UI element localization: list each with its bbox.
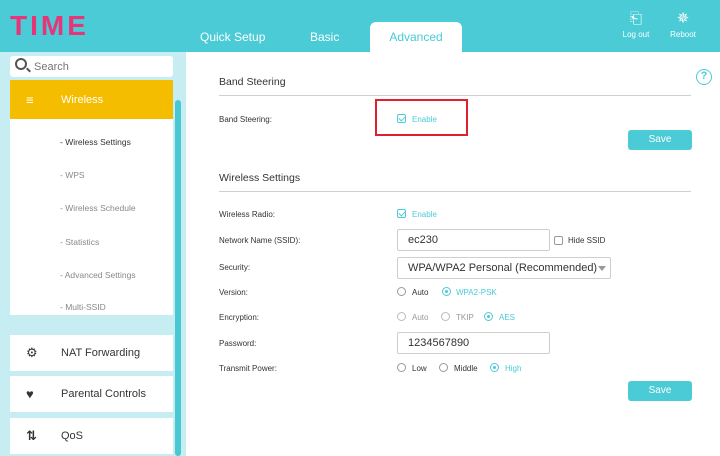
- wireless-save-button[interactable]: Save: [628, 381, 692, 401]
- section-divider: [219, 95, 691, 96]
- main-content: ? Band Steering Band Steering: Enable Sa…: [186, 52, 720, 456]
- security-label: Security:: [219, 263, 251, 272]
- sidebar: ≡ Wireless - Wireless Settings - WPS - W…: [0, 52, 186, 456]
- submenu-wireless-schedule[interactable]: - Wireless Schedule: [60, 203, 136, 213]
- tab-quick-setup[interactable]: Quick Setup: [200, 22, 270, 52]
- logout-icon: ⎗: [629, 10, 642, 27]
- reboot-button[interactable]: ✵ Reboot: [658, 10, 708, 39]
- time-logo[interactable]: TIME: [10, 10, 140, 40]
- chevron-down-icon: [598, 266, 606, 271]
- hide-ssid-label: Hide SSID: [568, 236, 606, 245]
- heart-icon: ♥: [26, 386, 34, 402]
- wifi-icon: ≡: [26, 92, 34, 107]
- version-wpa2-label: WPA2-PSK: [456, 288, 497, 297]
- tab-basic[interactable]: Basic: [310, 22, 350, 52]
- svg-text:TIME: TIME: [10, 10, 89, 40]
- power-high-radio[interactable]: [490, 363, 499, 372]
- sidebar-scrollbar[interactable]: [175, 100, 181, 456]
- encryption-tkip-radio[interactable]: [441, 312, 450, 321]
- wireless-radio-enable-label: Enable: [412, 210, 437, 219]
- encryption-auto-radio[interactable]: [397, 312, 406, 321]
- version-auto-radio[interactable]: [397, 287, 406, 296]
- search-box: [10, 56, 173, 77]
- password-label: Password:: [219, 339, 257, 348]
- ssid-label: Network Name (SSID):: [219, 236, 301, 245]
- sidebar-item-label: NAT Forwarding: [61, 347, 141, 359]
- submenu-wps[interactable]: - WPS: [60, 170, 85, 180]
- sidebar-item-qos[interactable]: ⇅ QoS: [10, 418, 173, 454]
- encryption-aes-radio[interactable]: [484, 312, 493, 321]
- encryption-label: Encryption:: [219, 313, 260, 322]
- power-middle-radio[interactable]: [439, 363, 448, 372]
- help-icon[interactable]: ?: [696, 69, 712, 85]
- password-input[interactable]: 1234567890: [397, 332, 550, 354]
- wireless-radio-label: Wireless Radio:: [219, 210, 276, 219]
- version-wpa2-radio[interactable]: [442, 287, 451, 296]
- wireless-radio-checkbox[interactable]: [397, 209, 406, 218]
- submenu-statistics[interactable]: - Statistics: [60, 237, 99, 247]
- tab-advanced[interactable]: Advanced: [370, 22, 462, 52]
- reboot-icon: ✵: [676, 10, 690, 27]
- hide-ssid-checkbox[interactable]: [554, 236, 563, 245]
- sidebar-item-wireless[interactable]: ≡ Wireless: [10, 80, 173, 119]
- sidebar-item-label: Wireless: [61, 93, 104, 106]
- search-input[interactable]: [34, 58, 168, 75]
- top-bar: TIME Quick Setup Basic Advanced ⎗ Log ou…: [0, 0, 720, 52]
- section-divider: [219, 191, 691, 192]
- search-icon: [15, 58, 27, 70]
- wireless-settings-title: Wireless Settings: [219, 172, 301, 184]
- version-auto-label: Auto: [412, 288, 429, 297]
- security-select[interactable]: WPA/WPA2 Personal (Recommended): [397, 257, 611, 279]
- wireless-submenu: - Wireless Settings - WPS - Wireless Sch…: [10, 119, 173, 315]
- transmit-power-label: Transmit Power:: [219, 364, 277, 373]
- logout-label: Log out: [622, 30, 650, 39]
- nat-icon: ⚙: [26, 345, 38, 360]
- security-value: WPA/WPA2 Personal (Recommended): [408, 262, 598, 274]
- submenu-advanced-settings[interactable]: - Advanced Settings: [60, 270, 136, 280]
- encryption-aes-label: AES: [499, 313, 516, 322]
- submenu-multi-ssid[interactable]: - Multi-SSID: [60, 302, 106, 312]
- sidebar-item-label: QoS: [61, 430, 84, 442]
- band-steering-label: Band Steering:: [219, 115, 272, 124]
- ssid-input[interactable]: ec230: [397, 229, 550, 251]
- band-steering-title: Band Steering: [219, 76, 286, 88]
- encryption-auto-label: Auto: [412, 313, 429, 322]
- sidebar-item-nat-forwarding[interactable]: ⚙ NAT Forwarding: [10, 335, 173, 371]
- band-steering-save-button[interactable]: Save: [628, 130, 692, 150]
- sidebar-item-label: Parental Controls: [61, 388, 146, 400]
- qos-icon: ⇅: [26, 428, 37, 443]
- logout-button[interactable]: ⎗ Log out: [611, 10, 661, 39]
- submenu-wireless-settings[interactable]: - Wireless Settings: [60, 137, 131, 147]
- encryption-tkip-label: TKIP: [456, 313, 474, 322]
- power-low-label: Low: [412, 364, 427, 373]
- version-label: Version:: [219, 288, 248, 297]
- sidebar-item-parental-controls[interactable]: ♥ Parental Controls: [10, 376, 173, 412]
- power-high-label: High: [505, 364, 522, 373]
- highlight-box: [375, 99, 468, 136]
- reboot-label: Reboot: [670, 30, 696, 39]
- power-middle-label: Middle: [454, 364, 478, 373]
- power-low-radio[interactable]: [397, 363, 406, 372]
